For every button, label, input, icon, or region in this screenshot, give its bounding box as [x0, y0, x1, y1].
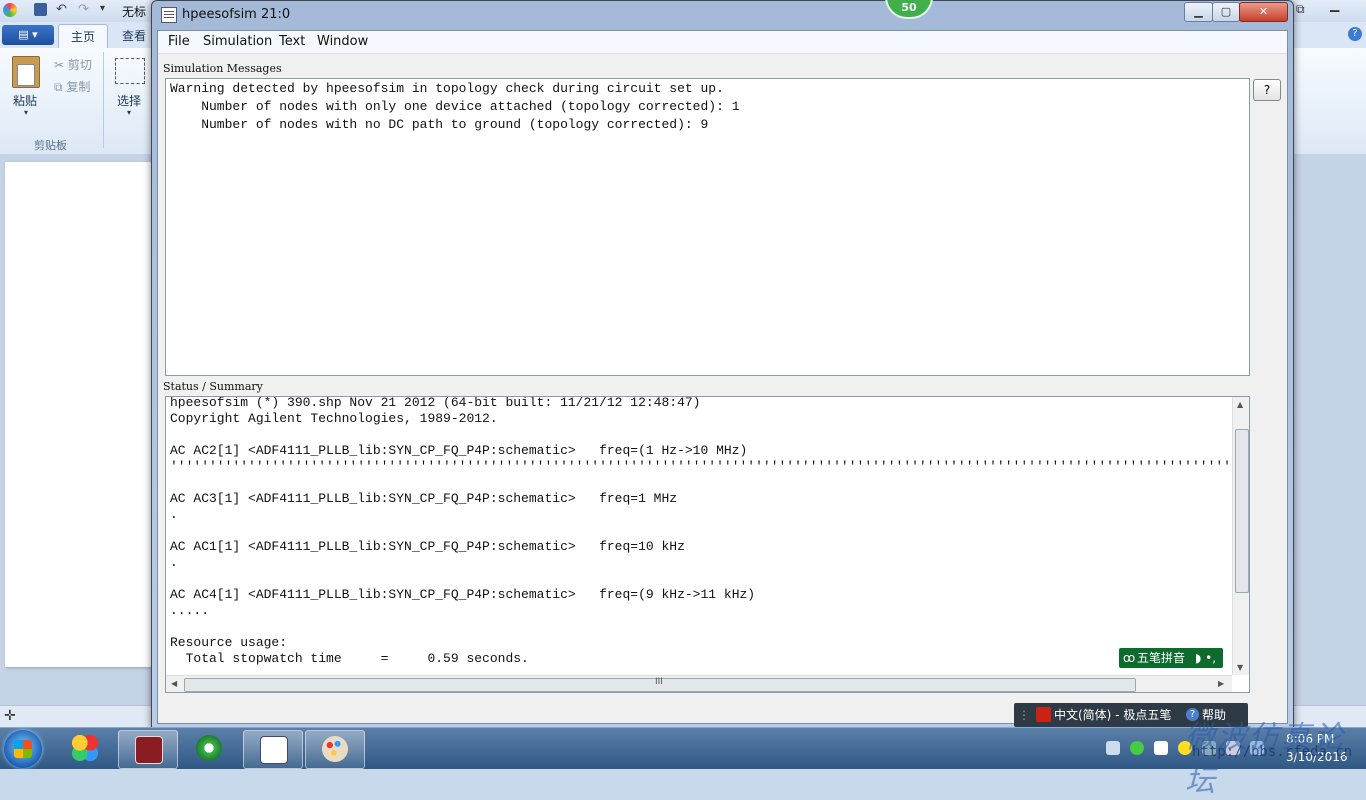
menu-simulation[interactable]: Simulation — [203, 34, 272, 49]
paint-menu-button[interactable]: ▤ ▾ — [2, 25, 54, 45]
paint-help-icon[interactable]: ? — [1348, 27, 1362, 41]
copy-icon: ⧉ — [54, 80, 63, 94]
paste-dropdown-icon[interactable]: ▾ — [24, 108, 28, 117]
select-dropdown-icon[interactable]: ▾ — [127, 108, 131, 117]
taskbar-app-ads[interactable] — [118, 730, 178, 769]
watermark-url: http://bbs.rfeda.cn — [1192, 744, 1353, 760]
horizontal-scrollbar[interactable]: ◀ III ▶ — [166, 675, 1232, 692]
minimize-button[interactable]: ▁ — [1184, 2, 1213, 22]
scissors-icon: ✂ — [54, 58, 65, 72]
redo-icon[interactable]: ↷ — [78, 2, 89, 17]
tab-home[interactable]: 主页 — [58, 24, 108, 49]
copy-label: 复制 — [66, 80, 91, 94]
paint-title: 无标 — [122, 5, 147, 19]
close-button[interactable]: ✕ — [1239, 2, 1288, 22]
scroll-up-icon[interactable]: ▲ — [1237, 400, 1243, 409]
horizontal-scroll-thumb[interactable]: III — [184, 677, 1136, 692]
menu-file[interactable]: File — [168, 34, 190, 49]
status-summary-panel[interactable]: hpeesofsim (*) 390.shp Nov 21 2012 (64-b… — [165, 396, 1250, 693]
status-line: Resource usage: — [170, 635, 288, 650]
menu-window[interactable]: Window — [317, 34, 368, 49]
select-icon[interactable] — [115, 58, 145, 84]
message-line: Warning detected by hpeesofsim in topolo… — [170, 81, 724, 96]
status-line: ..... — [170, 603, 210, 618]
taskbar-app-ie[interactable] — [180, 730, 238, 767]
paste-icon[interactable] — [12, 56, 40, 88]
copy-button[interactable]: ⧉ 复制 — [54, 78, 90, 95]
cut-label: 剪切 — [67, 58, 92, 72]
simulation-messages-panel[interactable]: Warning detected by hpeesofsim in topolo… — [165, 78, 1250, 376]
maximize-button[interactable]: ▢ — [1212, 2, 1240, 22]
taskbar-app-colorful[interactable] — [56, 730, 114, 767]
select-button[interactable]: 选择 — [117, 92, 141, 109]
tray-keyboard-icon[interactable] — [1154, 741, 1168, 755]
scroll-right-icon[interactable]: ▶ — [1218, 679, 1224, 688]
tray-green-icon[interactable] — [1130, 741, 1144, 755]
paint-palette-icon — [322, 736, 348, 762]
ime-mode-icon[interactable]: ◗ •, — [1195, 648, 1216, 668]
taskbar-app-hpeesofsim[interactable] — [243, 730, 303, 769]
window-app-icon[interactable] — [161, 7, 177, 23]
taskbar-app-paint[interactable] — [305, 730, 365, 769]
status-line: Total stopwatch time = 0.59 seconds. — [170, 651, 529, 666]
clipboard-group-label: 剪贴板 — [34, 139, 67, 152]
undo-icon[interactable]: ↶ — [56, 2, 67, 17]
simulation-messages-label: Simulation Messages — [163, 62, 282, 75]
hpeesofsim-window: hpeesofsim 21:0 50 ▁ ▢ ✕ File Simulation… — [151, 0, 1294, 729]
ime-expand-icon[interactable]: ꝏ — [1123, 648, 1135, 668]
window-body: File Simulation Text Window Simulation M… — [157, 30, 1288, 724]
status-summary-label: Status / Summary — [163, 380, 263, 393]
status-line: . — [170, 555, 178, 570]
document-window-icon — [260, 736, 288, 764]
taskbar: 8:06 PM 3/10/2016 — [0, 727, 1366, 769]
status-line: AC AC4[1] <ADF4111_PLLB_lib:SYN_CP_FQ_P4… — [170, 587, 756, 602]
message-line: Number of nodes with no DC path to groun… — [170, 117, 709, 132]
langbar-grip-icon: ⋮ — [1018, 708, 1030, 722]
paint-app-icon[interactable] — [3, 3, 17, 17]
paint-restore-icon[interactable]: ⧉ — [1296, 2, 1305, 17]
scroll-grip: III — [655, 677, 663, 687]
browser-icon — [196, 735, 222, 761]
message-line: Number of nodes with only one device att… — [170, 99, 740, 114]
menu-text[interactable]: Text — [279, 34, 305, 49]
window-title: hpeesofsim 21:0 — [182, 7, 291, 22]
paste-button[interactable]: 粘贴 — [13, 92, 37, 109]
status-line: AC AC2[1] <ADF4111_PLLB_lib:SYN_CP_FQ_P4… — [170, 443, 748, 458]
status-line: hpeesofsim (*) 390.shp Nov 21 2012 (64-b… — [170, 397, 701, 410]
help-button[interactable]: ? — [1253, 79, 1281, 101]
ads-app-icon — [135, 736, 163, 764]
cursor-position-icon: ✛ — [4, 708, 16, 724]
scroll-down-icon[interactable]: ▼ — [1237, 663, 1243, 672]
vertical-scroll-thumb[interactable] — [1235, 429, 1249, 593]
status-line: . — [170, 507, 178, 522]
save-icon[interactable] — [34, 3, 47, 16]
colorful-app-icon — [72, 735, 98, 761]
paint-minimize-icon[interactable]: ▁ — [1330, 0, 1339, 12]
ime-status-bar[interactable]: ꝏ 五笔拼音 ◗ •, — [1119, 648, 1223, 668]
paint-canvas[interactable] — [5, 162, 151, 667]
status-line: AC AC1[1] <ADF4111_PLLB_lib:SYN_CP_FQ_P4… — [170, 539, 685, 554]
ime-logo-icon — [1036, 707, 1051, 722]
status-line: Copyright Agilent Technologies, 1989-201… — [170, 411, 498, 426]
start-button[interactable] — [4, 730, 42, 768]
counter-badge: 50 — [885, 0, 933, 19]
tray-window-icon[interactable] — [1106, 741, 1120, 755]
status-line: ''''''''''''''''''''''''''''''''''''''''… — [170, 459, 1232, 474]
quick-access-dropdown-icon[interactable]: ▾ — [100, 3, 105, 14]
cut-button[interactable]: ✂ 剪切 — [54, 56, 92, 73]
menubar: File Simulation Text Window — [158, 31, 1287, 54]
langbar-language[interactable]: 中文(简体) - 极点五笔 — [1054, 703, 1171, 727]
status-line: AC AC3[1] <ADF4111_PLLB_lib:SYN_CP_FQ_P4… — [170, 491, 678, 506]
tab-view[interactable]: 查看 — [122, 24, 146, 48]
status-text-area[interactable]: hpeesofsim (*) 390.shp Nov 21 2012 (64-b… — [166, 397, 1232, 675]
ime-label: 五笔拼音 — [1137, 651, 1186, 665]
scroll-left-icon[interactable]: ◀ — [171, 679, 177, 688]
ribbon-separator — [103, 52, 104, 148]
vertical-scrollbar[interactable]: ▲ ▼ — [1232, 397, 1249, 675]
